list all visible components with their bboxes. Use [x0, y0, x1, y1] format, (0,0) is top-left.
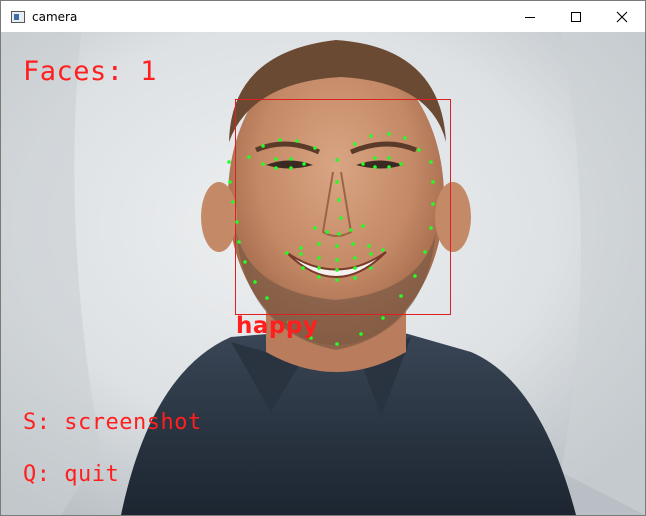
maximize-button[interactable]	[553, 1, 599, 32]
maximize-icon	[571, 11, 581, 22]
faces-count-label: Faces: 1	[23, 56, 158, 87]
app-window-icon	[11, 10, 25, 23]
minimize-button[interactable]	[507, 1, 553, 32]
close-icon	[616, 11, 628, 22]
camera-feed: Faces: 1 happy S: screenshot Q: quit	[1, 32, 645, 515]
window-controls	[507, 1, 645, 32]
window-title: camera	[32, 9, 78, 24]
close-button[interactable]	[599, 1, 645, 32]
minimize-icon	[525, 16, 535, 18]
emotion-label: happy	[236, 313, 319, 339]
quit-hint: Q: quit	[23, 462, 120, 487]
screenshot-hint: S: screenshot	[23, 410, 202, 435]
title-bar[interactable]: camera	[1, 1, 645, 32]
camera-frame	[1, 32, 645, 515]
camera-window: camera Faces: 1 happy S: screenshot Q: q…	[0, 0, 646, 516]
